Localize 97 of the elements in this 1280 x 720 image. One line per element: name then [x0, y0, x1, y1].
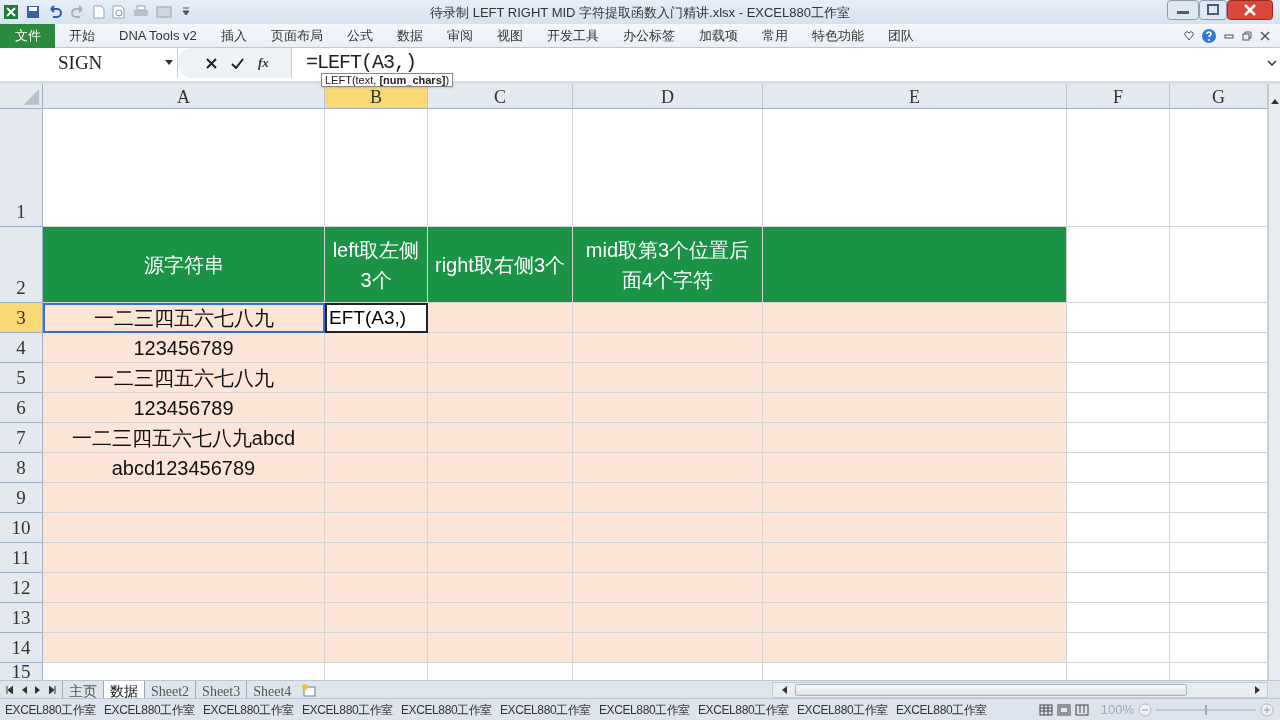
ribbon-tab[interactable]: 视图	[486, 24, 533, 47]
save-icon[interactable]	[26, 5, 40, 19]
ribbon-tab[interactable]: 公式	[336, 24, 383, 47]
page-layout-icon[interactable]	[1056, 703, 1071, 716]
row-header[interactable]: 3	[0, 303, 43, 333]
restore-icon[interactable]	[1199, 0, 1227, 20]
ribbon-tab[interactable]: 办公标签	[612, 24, 685, 47]
table-cell: mid取第3个位置后面4个字符	[573, 227, 763, 303]
row-header[interactable]: 2	[0, 227, 43, 303]
horizontal-scrollbar[interactable]	[772, 681, 1268, 698]
dropdown-caret-icon[interactable]	[165, 60, 173, 66]
window-title: 待录制 LEFT RIGHT MID 字符提取函数入门精讲.xlsx - EXCEL880工作室	[429, 4, 851, 22]
row-header[interactable]: 14	[0, 633, 43, 663]
row-header[interactable]: 7	[0, 423, 43, 453]
row-header[interactable]: 12	[0, 573, 43, 603]
status-text: EXCEL880工作室	[797, 701, 889, 719]
help-icon[interactable]	[1202, 28, 1216, 43]
scrollbar-thumb[interactable]	[795, 683, 1187, 696]
zoom-in-icon[interactable]	[1260, 702, 1274, 717]
row-header[interactable]: 6	[0, 393, 43, 423]
sheet-tab[interactable]: 数据	[103, 680, 144, 699]
table-cell: abcd123456789	[43, 453, 325, 483]
row-header[interactable]: 11	[0, 543, 43, 573]
ribbon-tab[interactable]: DNA Tools v2	[109, 24, 207, 47]
column-header[interactable]: F	[1067, 84, 1170, 108]
status-text: EXCEL880工作室	[698, 701, 790, 719]
insert-sheet-icon[interactable]	[301, 682, 318, 697]
ribbon-tab[interactable]: 开发工具	[536, 24, 609, 47]
table-cell: 一二三四五六七八九abcd	[43, 423, 325, 453]
ribbon-tab[interactable]: 审阅	[436, 24, 483, 47]
ribbon-tab[interactable]: 加载项	[688, 24, 748, 47]
insert-function-button[interactable]: fx	[258, 53, 269, 73]
ribbon-tab[interactable]: 常用	[751, 24, 798, 47]
first-sheet-icon[interactable]	[6, 685, 13, 694]
row-header[interactable]: 4	[0, 333, 43, 363]
ribbon-tab[interactable]: 开始	[59, 24, 105, 47]
cancel-icon[interactable]	[206, 57, 217, 69]
column-header[interactable]: E	[763, 84, 1067, 108]
row-header[interactable]: 9	[0, 483, 43, 513]
row-header[interactable]: 1	[0, 109, 43, 227]
status-text: EXCEL880工作室	[5, 701, 97, 719]
status-text: EXCEL880工作室	[401, 701, 493, 719]
table-cell: 一二三四五六七八九	[43, 303, 325, 333]
vertical-scrollbar[interactable]	[1268, 84, 1280, 680]
formula-input[interactable]: =LEFT(A3,)	[306, 52, 417, 74]
row-header[interactable]: 8	[0, 453, 43, 483]
last-sheet-icon[interactable]	[49, 685, 56, 694]
table-cell: 源字符串	[43, 227, 325, 303]
ribbon-tab[interactable]: 插入	[210, 24, 257, 47]
zoom-level: 100%	[1100, 700, 1134, 719]
row-header[interactable]: 13	[0, 603, 43, 633]
cell-editor[interactable]: EFT(A3,)	[325, 303, 428, 333]
screen-icon[interactable]	[156, 5, 172, 19]
restore-icon[interactable]	[1242, 30, 1252, 41]
file-tab[interactable]: 文件	[0, 23, 55, 48]
new-document-icon[interactable]	[93, 5, 105, 19]
ribbon-tab[interactable]: 页面布局	[260, 24, 333, 47]
normal-view-icon[interactable]	[1038, 703, 1053, 716]
printer-icon[interactable]	[133, 5, 149, 19]
row-header[interactable]: 15	[0, 663, 43, 680]
table-cell: 一二三四五六七八九	[43, 363, 325, 393]
close-icon[interactable]	[1227, 0, 1273, 20]
status-text: EXCEL880工作室	[302, 701, 394, 719]
zoom-out-icon[interactable]	[1138, 702, 1152, 717]
ribbon-tab[interactable]: 团队	[877, 24, 924, 47]
next-sheet-icon[interactable]	[35, 685, 41, 694]
table-cell: 123456789	[43, 393, 325, 423]
close-icon[interactable]	[1260, 30, 1270, 41]
name-box-text[interactable]: SIGN	[58, 48, 103, 78]
customize-caret-icon[interactable]	[182, 7, 190, 17]
print-preview-icon[interactable]	[112, 5, 126, 19]
scroll-left-icon[interactable]	[781, 685, 787, 694]
table-cell: right取右侧3个	[428, 227, 573, 303]
scroll-right-icon[interactable]	[1255, 685, 1261, 694]
status-text: EXCEL880工作室	[104, 701, 196, 719]
spreadsheet-logo-icon	[3, 4, 19, 20]
status-text: EXCEL880工作室	[599, 701, 691, 719]
expand-formula-bar-icon[interactable]	[1267, 60, 1277, 66]
previous-sheet-icon[interactable]	[21, 685, 27, 694]
table-cell: left取左侧3个	[325, 227, 428, 303]
ribbon-tab[interactable]: 数据	[386, 24, 433, 47]
status-text: EXCEL880工作室	[896, 701, 988, 719]
page-break-icon[interactable]	[1074, 703, 1089, 716]
undo-icon[interactable]	[47, 5, 63, 19]
table-cell: 123456789	[43, 333, 325, 363]
column-header[interactable]: D	[573, 84, 763, 108]
scroll-up-icon[interactable]	[1270, 98, 1279, 104]
row-header[interactable]: 10	[0, 513, 43, 543]
status-text: EXCEL880工作室	[203, 701, 295, 719]
heart-icon[interactable]	[1184, 30, 1194, 41]
enter-checkmark-icon[interactable]	[231, 57, 244, 69]
status-text: EXCEL880工作室	[500, 701, 592, 719]
row-header[interactable]: 5	[0, 363, 43, 393]
function-tooltip: LEFT(text, [num_chars])	[321, 73, 454, 87]
minimize-icon[interactable]	[1167, 0, 1199, 20]
ribbon-tab[interactable]: 特色功能	[801, 24, 874, 47]
redo-icon[interactable]	[70, 5, 86, 19]
